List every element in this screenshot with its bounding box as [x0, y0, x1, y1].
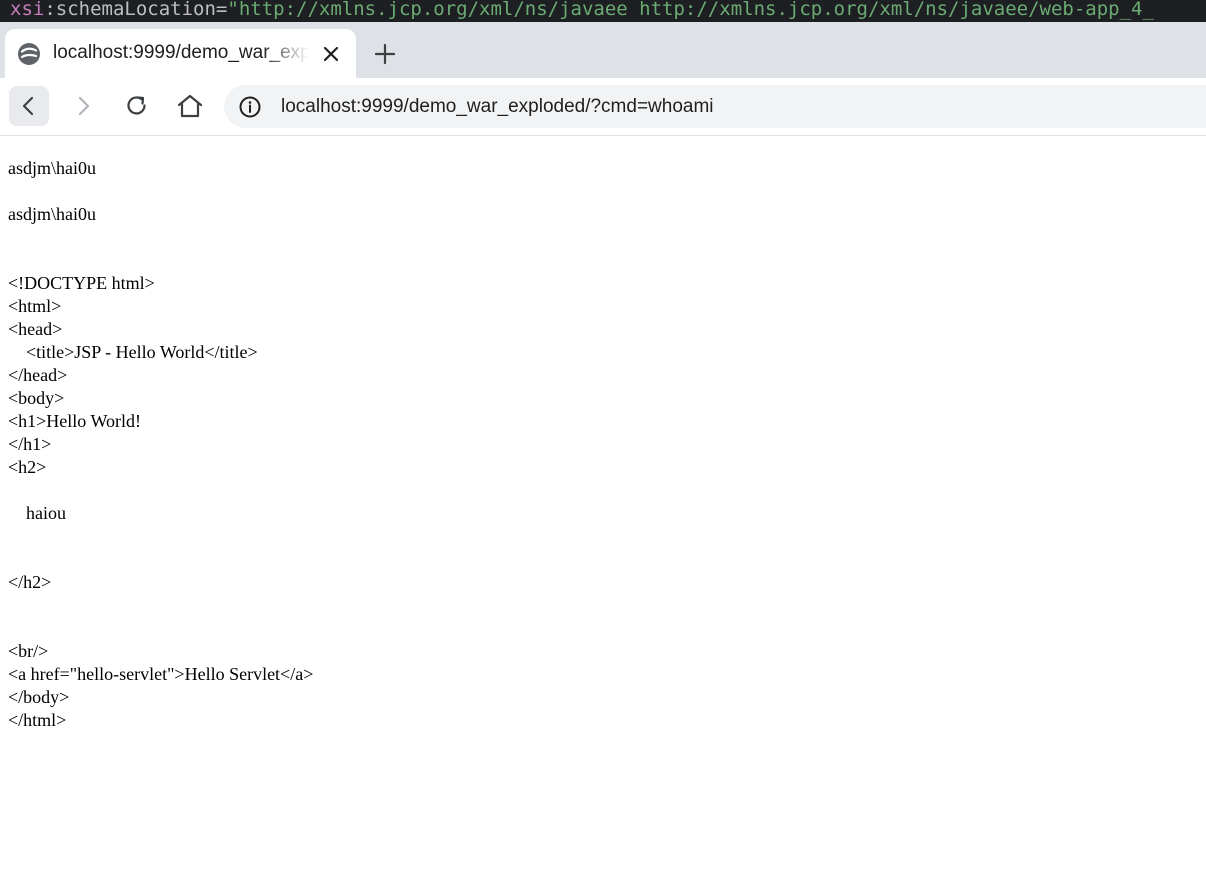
home-icon: [177, 94, 203, 118]
globe-swirl-icon: [18, 43, 40, 65]
code-attr-prefix: xsi: [10, 0, 45, 20]
browser-toolbar: localhost:9999/demo_war_exploded/?cmd=wh…: [0, 78, 1206, 136]
code-attr-value: "http://xmlns.jcp.org/xml/ns/javaee http…: [227, 0, 1154, 20]
tab-strip: localhost:9999/demo_war_exploded/?cmd=wh…: [0, 22, 1206, 78]
page-body-text: asdjm\hai0u asdjm\hai0u <!DOCTYPE html> …: [8, 158, 314, 730]
browser-tab-active[interactable]: localhost:9999/demo_war_exploded/?cmd=wh…: [5, 29, 356, 78]
ide-code-strip: xsi:schemaLocation="http://xmlns.jcp.org…: [0, 0, 1206, 22]
reload-button[interactable]: [117, 86, 157, 126]
chevron-left-icon: [22, 96, 34, 116]
url-text[interactable]: localhost:9999/demo_war_exploded/?cmd=wh…: [281, 94, 714, 119]
plus-icon[interactable]: [372, 41, 398, 67]
close-icon[interactable]: [319, 42, 343, 66]
code-equals: =: [215, 0, 228, 20]
chevron-right-icon: [78, 96, 90, 116]
code-attr-name: :schemaLocation: [44, 0, 216, 20]
reload-icon: [127, 96, 146, 115]
forward-button[interactable]: [63, 86, 103, 126]
home-button[interactable]: [170, 86, 210, 126]
info-icon[interactable]: [238, 95, 262, 119]
address-bar[interactable]: localhost:9999/demo_war_exploded/?cmd=wh…: [224, 85, 1206, 128]
tab-title: localhost:9999/demo_war_exploded/?cmd=wh…: [53, 42, 309, 63]
back-button[interactable]: [9, 86, 49, 126]
